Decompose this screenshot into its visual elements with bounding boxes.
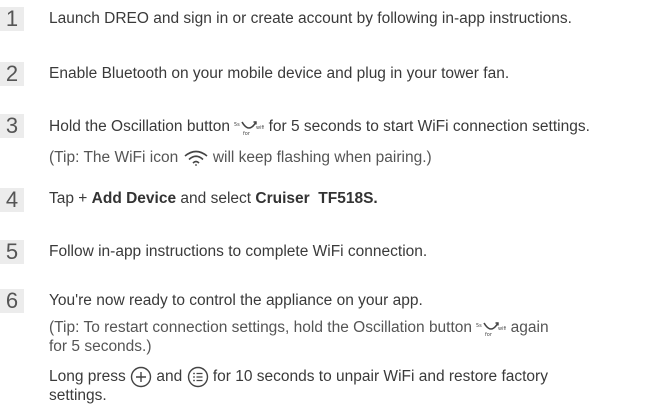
add-device-label: Add Device — [91, 190, 177, 207]
svg-text:5s: 5s — [476, 323, 482, 329]
step-text-before-icon: Hold the Oscillation button — [49, 118, 230, 135]
step-number: 1 — [0, 7, 24, 31]
step-number: 4 — [0, 188, 24, 212]
step-text: Tap + Add Device and select Cruiser TF51… — [49, 189, 378, 209]
svg-text:wifi: wifi — [498, 326, 506, 332]
svg-text:for: for — [243, 131, 251, 136]
step-tip-line2: for 5 seconds.) — [49, 338, 152, 355]
step-text: Hold the Oscillation button 5s for wifi … — [49, 117, 590, 137]
tip-before-icon: (Tip: To restart connection settings, ho… — [49, 319, 473, 336]
step-number: 5 — [0, 240, 24, 264]
reset-between: and — [156, 368, 183, 386]
step-number: 3 — [0, 114, 24, 138]
tip-before-icon: (Tip: The WiFi icon — [49, 149, 179, 166]
step-text-middle: and select — [180, 190, 252, 207]
step-text: Launch DREO and sign in or create accoun… — [49, 10, 572, 27]
step-number: 2 — [0, 62, 24, 86]
menu-circle-icon — [187, 366, 209, 388]
svg-text:wifi: wifi — [256, 125, 264, 131]
step-tip: (Tip: The WiFi icon will keep flashing w… — [49, 148, 432, 168]
plus-circle-icon — [130, 366, 152, 388]
step-tip: (Tip: To restart connection settings, ho… — [49, 318, 549, 338]
step-text: You're now ready to control the applianc… — [49, 292, 423, 309]
step-text: Enable Bluetooth on your mobile device a… — [49, 65, 510, 82]
reset-after-menu: for 10 seconds to unpair WiFi and restor… — [212, 368, 548, 386]
reset-instruction-line2: settings. — [49, 387, 107, 404]
step-text: Follow in-app instructions to complete W… — [49, 243, 428, 260]
wifi-icon — [183, 150, 209, 166]
step-number: 6 — [0, 289, 24, 313]
step-text-prefix: Tap + — [49, 190, 88, 207]
reset-instruction: Long press and for 10 seconds to unpair … — [49, 366, 548, 388]
setup-instructions: 1 Launch DREO and sign in or create acco… — [0, 0, 670, 408]
oscillation-icon: 5s for wifi — [234, 118, 264, 136]
step-text-after-icon: for 5 seconds to start WiFi connection s… — [268, 118, 590, 135]
oscillation-icon: 5s for wifi — [476, 319, 506, 337]
svg-text:5s: 5s — [234, 122, 240, 128]
reset-before-plus: Long press — [49, 368, 126, 386]
tip-after-icon: again — [510, 319, 549, 336]
model-label: Cruiser TF518S. — [255, 190, 378, 207]
tip-after-icon: will keep flashing when pairing.) — [212, 149, 432, 166]
svg-text:for: for — [485, 332, 493, 337]
